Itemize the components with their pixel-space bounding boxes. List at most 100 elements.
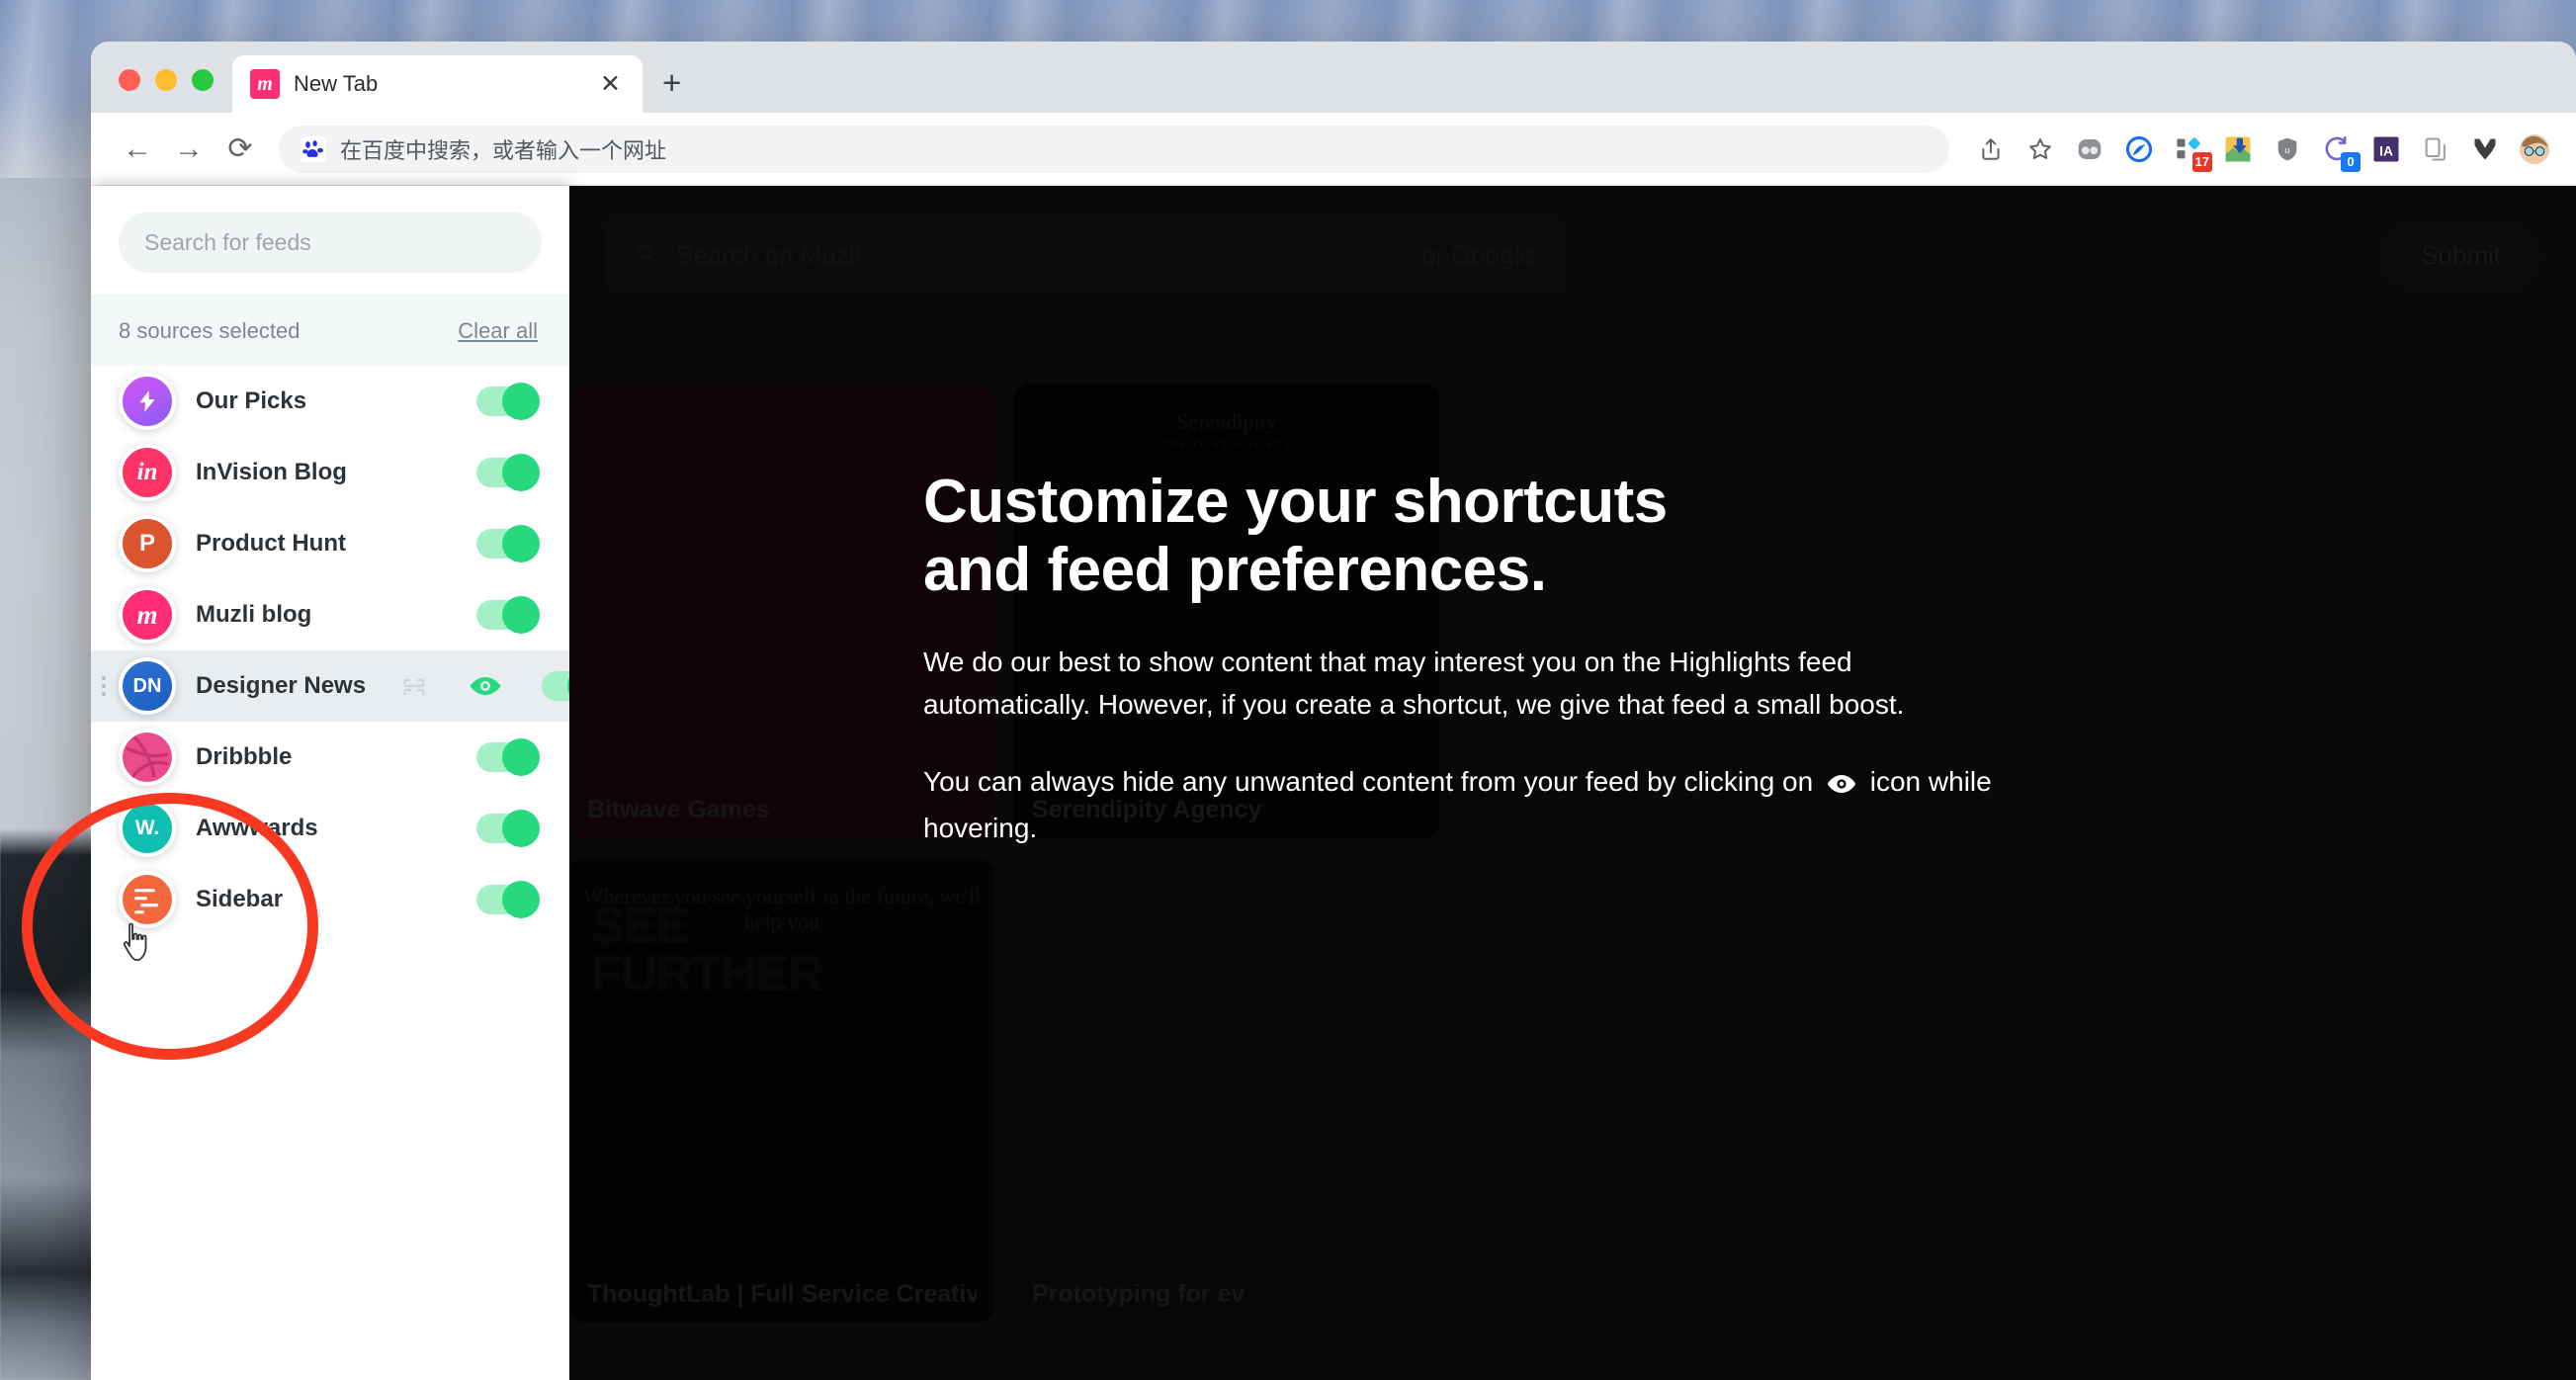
explainer-paragraph-2: You can always hide any unwanted content… — [923, 760, 2011, 850]
feed-avatar-glyph — [123, 377, 172, 426]
feed-toggle-knob — [502, 881, 540, 918]
sync-extension-badge: 0 — [2341, 152, 2361, 172]
feed-avatar-glyph: m — [123, 590, 172, 640]
feed-source-list: Our Picks in InVision Blog PProduct Hunt m Mu… — [91, 366, 569, 1380]
feed-row-sidebar[interactable]: Sidebar — [91, 864, 569, 935]
clear-all-link[interactable]: Clear all — [458, 318, 538, 344]
feed-toggle-knob — [567, 667, 569, 705]
feed-toggle-knob — [502, 810, 540, 847]
explainer-heading-line1: Customize your shortcuts — [923, 468, 1668, 536]
feed-avatar-glyph: W. — [123, 804, 172, 853]
baidu-icon — [301, 136, 326, 162]
feed-avatar-glyph — [123, 733, 172, 782]
blue-circle-extension-icon[interactable] — [2117, 128, 2161, 171]
svg-text:IA: IA — [2379, 143, 2393, 158]
feed-avatar-glyph: in — [123, 448, 172, 497]
feed-avatar: P — [119, 515, 176, 572]
address-bar[interactable]: 在百度中搜索，或者输入一个网址 — [279, 126, 1949, 173]
feed-row-our-picks[interactable]: Our Picks — [91, 366, 569, 437]
feed-row-dribbble[interactable]: Dribbble — [91, 722, 569, 793]
maximize-window-button[interactable] — [192, 69, 214, 91]
back-icon[interactable]: ← — [115, 127, 160, 172]
feed-row-invision-blog[interactable]: in InVision Blog — [91, 437, 569, 508]
muzli-newtab-main: Bitwave GamesSerendipity· CREATIVE AGENC… — [569, 186, 2576, 1380]
feed-avatar — [119, 373, 176, 430]
tab-title: New Tab — [294, 71, 582, 97]
feed-row-awwwards[interactable]: W. Awwwards — [91, 793, 569, 864]
feed-name: Our Picks — [196, 388, 306, 415]
feed-toggle-knob — [502, 596, 540, 634]
grid-extension-badge: 17 — [2192, 152, 2212, 172]
page-content: Search for feeds 8 sources selected Clea… — [91, 186, 2576, 1380]
grid-extension-icon[interactable]: 17 — [2167, 128, 2210, 171]
explainer-heading: Customize your shortcuts and feed prefer… — [923, 468, 2011, 605]
minimize-window-button[interactable] — [155, 69, 177, 91]
feeds-sidebar: Search for feeds 8 sources selected Clea… — [91, 186, 569, 1380]
browser-window: m New Tab ✕ + ← → ⟳ 在百度中搜索，或者输入一个网址 — [91, 42, 2576, 1380]
feed-toggle[interactable] — [542, 671, 569, 701]
drag-handle-icon[interactable] — [99, 676, 109, 696]
shield-ublock-icon[interactable]: ʊ — [2266, 128, 2309, 171]
feed-name: Sidebar — [196, 886, 283, 913]
link-icon[interactable] — [399, 677, 429, 695]
feed-name: Designer News — [196, 672, 366, 700]
mouse-cursor — [117, 919, 158, 972]
browser-toolbar: ← → ⟳ 在百度中搜索，或者输入一个网址 17 ʊ — [91, 113, 2576, 186]
feed-avatar: in — [119, 444, 176, 501]
window-controls — [91, 69, 232, 113]
copy-extension-icon[interactable] — [2414, 128, 2457, 171]
feed-row-designer-news[interactable]: DN Designer News — [91, 650, 569, 722]
ia-writer-extension-icon[interactable]: IA — [2364, 128, 2408, 171]
profile-avatar-icon[interactable] — [2513, 128, 2556, 171]
address-bar-text: 在百度中搜索，或者输入一个网址 — [340, 133, 666, 165]
browser-tab[interactable]: m New Tab ✕ — [232, 55, 643, 113]
feed-toggle-knob — [502, 525, 540, 562]
share-icon[interactable] — [1969, 128, 2013, 171]
feed-toggle-knob — [502, 454, 540, 491]
explainer-heading-line2: and feed preferences. — [923, 536, 1546, 604]
muzli-favicon-icon: m — [250, 69, 280, 99]
new-tab-button[interactable]: + — [662, 66, 681, 99]
explainer-paragraph-1: We do our best to show content that may … — [923, 641, 2011, 727]
feed-toggle[interactable] — [476, 885, 538, 914]
download-extension-icon[interactable] — [2216, 128, 2260, 171]
feed-avatar-glyph: DN — [123, 661, 172, 711]
feed-toggle-knob — [502, 738, 540, 776]
feed-avatar-glyph: P — [123, 519, 172, 568]
sources-selected-count: 8 sources selected — [119, 318, 300, 344]
browser-tabstrip: m New Tab ✕ + — [91, 42, 2576, 113]
pocket-extension-icon[interactable] — [2068, 128, 2111, 171]
search-feeds-input[interactable]: Search for feeds — [119, 212, 542, 273]
onboarding-explainer: Customize your shortcuts and feed prefer… — [923, 468, 2011, 849]
sidebar-search-container: Search for feeds — [91, 186, 569, 295]
feed-avatar: W. — [119, 800, 176, 857]
feed-name: Dribbble — [196, 743, 292, 771]
feed-row-product-hunt[interactable]: PProduct Hunt — [91, 508, 569, 579]
feed-toggle[interactable] — [476, 529, 538, 559]
feed-row-muzli-blog[interactable]: m Muzli blog — [91, 579, 569, 650]
close-tab-icon[interactable]: ✕ — [596, 72, 625, 97]
hide-feed-eye-icon[interactable] — [469, 674, 502, 698]
feed-toggle[interactable] — [476, 742, 538, 772]
feed-avatar-glyph — [123, 875, 172, 924]
sources-summary-bar: 8 sources selected Clear all — [91, 295, 569, 366]
momentum-extension-icon[interactable] — [2463, 128, 2507, 171]
feed-name: InVision Blog — [196, 459, 347, 486]
explainer-paragraph-2-before: You can always hide any unwanted content… — [923, 766, 1813, 797]
forward-icon[interactable]: → — [166, 127, 212, 172]
eye-icon — [1827, 764, 1856, 807]
feed-toggle-knob — [502, 383, 540, 420]
feed-toggle[interactable] — [476, 387, 538, 416]
sync-extension-icon[interactable]: 0 — [2315, 128, 2359, 171]
search-feeds-placeholder: Search for feeds — [144, 229, 311, 256]
feed-toggle[interactable] — [476, 458, 538, 487]
feed-avatar: m — [119, 586, 176, 644]
bookmark-star-icon[interactable] — [2018, 128, 2062, 171]
feed-toggle[interactable] — [476, 814, 538, 843]
feed-toggle[interactable] — [476, 600, 538, 630]
feed-name: Muzli blog — [196, 601, 311, 629]
reload-icon[interactable]: ⟳ — [217, 127, 263, 172]
feed-name: Awwwards — [196, 815, 318, 842]
close-window-button[interactable] — [119, 69, 140, 91]
feed-avatar — [119, 729, 176, 786]
